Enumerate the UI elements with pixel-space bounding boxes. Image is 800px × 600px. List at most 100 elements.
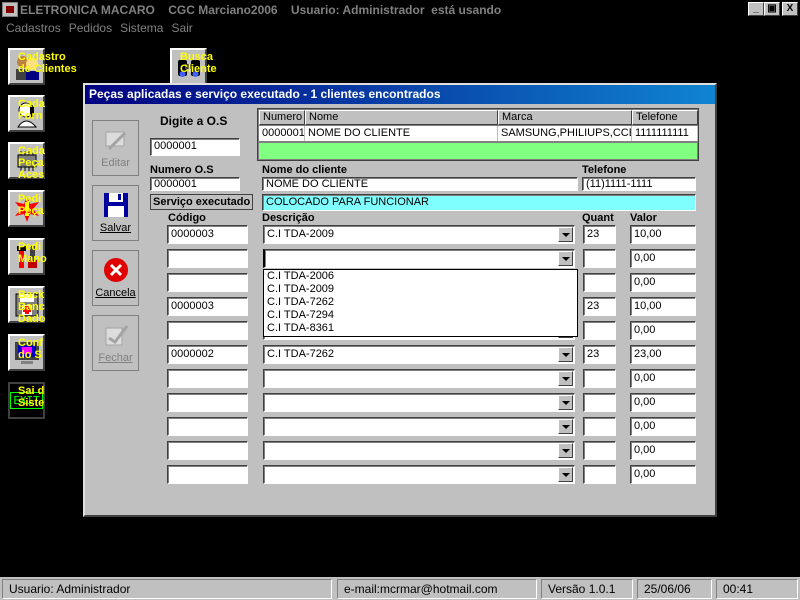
quant-input[interactable]: [583, 249, 616, 268]
os-search-input[interactable]: 0000001: [150, 138, 240, 156]
app-title: ELETRONICA MACARO CGC Marciano2006 Usuar…: [20, 3, 502, 17]
codigo-input[interactable]: [167, 369, 248, 388]
descricao-combo[interactable]: C.I TDA-2009: [263, 225, 575, 244]
descricao-combo[interactable]: [263, 369, 575, 388]
valor-input[interactable]: 10,00: [630, 297, 696, 316]
dropdown-option[interactable]: C.I TDA-8361: [267, 322, 577, 335]
grid-header-numero[interactable]: Numero: [259, 110, 305, 125]
servico-field[interactable]: COLOCADO PARA FUNCIONAR: [262, 194, 696, 211]
editar-button[interactable]: Editar: [92, 120, 139, 176]
dropdown-option[interactable]: C.I TDA-7294: [267, 309, 577, 322]
chevron-down-icon[interactable]: [558, 395, 573, 410]
chevron-down-icon[interactable]: [558, 227, 573, 242]
launcher-sair-sistema[interactable]: EXIT Sai d Siste: [8, 382, 45, 419]
maximize-button[interactable]: ▣: [764, 2, 780, 16]
codigo-input[interactable]: [167, 465, 248, 484]
valor-input[interactable]: 0,00: [630, 393, 696, 412]
cancel-icon: [101, 255, 131, 285]
dropdown-option[interactable]: C.I TDA-7262: [267, 296, 577, 309]
launcher-label: Cada Forn: [18, 98, 45, 122]
codigo-input[interactable]: 0000003: [167, 225, 248, 244]
dropdown-option[interactable]: C.I TDA-2006: [267, 270, 577, 283]
launcher-cadastro-fornecedores[interactable]: Cada Forn: [8, 95, 45, 132]
telefone-field[interactable]: (11)1111-1111: [582, 177, 696, 191]
chevron-down-icon[interactable]: [558, 371, 573, 386]
launcher-busca-cliente[interactable]: Busca Cliente: [170, 48, 217, 85]
valor-input[interactable]: 0,00: [630, 369, 696, 388]
telefone-label: Telefone: [582, 164, 627, 176]
app-logo-icon: [2, 2, 18, 17]
descricao-combo[interactable]: [263, 393, 575, 412]
grid-header-nome[interactable]: Nome: [305, 110, 498, 125]
menu-cadastros[interactable]: Cadastros: [6, 19, 61, 38]
descricao-combo[interactable]: C.I TDA-7262: [263, 345, 575, 364]
launcher-configuracao[interactable]: Conf do S: [8, 334, 45, 371]
cancela-label: Cancela: [95, 287, 136, 299]
codigo-input[interactable]: [167, 273, 248, 292]
numero-os-field[interactable]: 0000001: [150, 177, 240, 191]
codigo-input[interactable]: 0000003: [167, 297, 248, 316]
grid-empty-area: [259, 143, 697, 159]
menu-sistema[interactable]: Sistema: [120, 19, 163, 38]
valor-input[interactable]: 0,00: [630, 273, 696, 292]
quant-input[interactable]: 23: [583, 297, 616, 316]
grid-cell-telefone[interactable]: 1111111111: [632, 126, 698, 141]
launcher-backup-banco[interactable]: Back Banc Dado: [8, 286, 46, 325]
grid-cell-marca[interactable]: SAMSUNG,PHILIUPS,CCE: [498, 126, 632, 141]
valor-input[interactable]: 0,00: [630, 417, 696, 436]
valor-input[interactable]: 10,00: [630, 225, 696, 244]
quant-input[interactable]: [583, 273, 616, 292]
descricao-combo[interactable]: [263, 249, 575, 268]
numero-os-label: Numero O.S: [150, 164, 214, 176]
quant-input[interactable]: [583, 441, 616, 460]
chevron-down-icon[interactable]: [558, 251, 573, 266]
launcher-cadastro-pecas[interactable]: Cada Peça Aces: [8, 142, 45, 181]
edit-icon: [101, 125, 131, 155]
quant-input[interactable]: 23: [583, 225, 616, 244]
descricao-combo[interactable]: [263, 465, 575, 484]
descricao-combo[interactable]: [263, 441, 575, 460]
grid-cell-nome[interactable]: NOME DO CLIENTE: [305, 126, 498, 141]
grid-header-telefone[interactable]: Telefone: [632, 110, 698, 125]
codigo-input[interactable]: [167, 417, 248, 436]
cancela-button[interactable]: Cancela: [92, 250, 139, 306]
chevron-down-icon[interactable]: [558, 467, 573, 482]
client-grid[interactable]: Numero Nome Marca Telefone 0000001 NOME …: [257, 108, 699, 161]
codigo-input[interactable]: 0000002: [167, 345, 248, 364]
valor-input[interactable]: 0,00: [630, 465, 696, 484]
salvar-button[interactable]: Salvar: [92, 185, 139, 241]
grid-cell-numero[interactable]: 0000001: [259, 126, 305, 141]
descricao-dropdown-list[interactable]: C.I TDA-2006 C.I TDA-2009 C.I TDA-7262 C…: [263, 269, 578, 337]
chevron-down-icon[interactable]: [558, 443, 573, 458]
descricao-combo[interactable]: [263, 417, 575, 436]
valor-input[interactable]: 0,00: [630, 249, 696, 268]
save-icon: [101, 190, 131, 220]
codigo-input[interactable]: [167, 321, 248, 340]
chevron-down-icon[interactable]: [558, 347, 573, 362]
nome-cliente-field[interactable]: NOME DO CLIENTE: [262, 177, 578, 191]
quant-input[interactable]: [583, 369, 616, 388]
quant-input[interactable]: 23: [583, 345, 616, 364]
launcher-pedido-pecas[interactable]: Pedi Peça: [8, 190, 45, 227]
valor-input[interactable]: 0,00: [630, 441, 696, 460]
chevron-down-icon[interactable]: [558, 419, 573, 434]
codigo-input[interactable]: [167, 393, 248, 412]
menu-pedidos[interactable]: Pedidos: [69, 19, 112, 38]
close-button[interactable]: X: [782, 2, 798, 16]
menu-sair[interactable]: Sair: [171, 19, 192, 38]
fechar-button[interactable]: Fechar: [92, 315, 139, 371]
launcher-cadastro-clientes[interactable]: Cadastro de Clientes: [8, 48, 77, 85]
codigo-input[interactable]: [167, 249, 248, 268]
quant-input[interactable]: [583, 321, 616, 340]
minimize-button[interactable]: _: [748, 2, 764, 16]
valor-input[interactable]: 0,00: [630, 321, 696, 340]
dropdown-option[interactable]: C.I TDA-2009: [267, 283, 577, 296]
quant-input[interactable]: [583, 465, 616, 484]
launcher-pedido-manutencao[interactable]: Pedi Mano: [8, 238, 47, 275]
quant-input[interactable]: [583, 393, 616, 412]
valor-input[interactable]: 23,00: [630, 345, 696, 364]
quant-input[interactable]: [583, 417, 616, 436]
codigo-input[interactable]: [167, 441, 248, 460]
grid-header-marca[interactable]: Marca: [498, 110, 632, 125]
menu-bar: Cadastros Pedidos Sistema Sair: [0, 19, 800, 38]
